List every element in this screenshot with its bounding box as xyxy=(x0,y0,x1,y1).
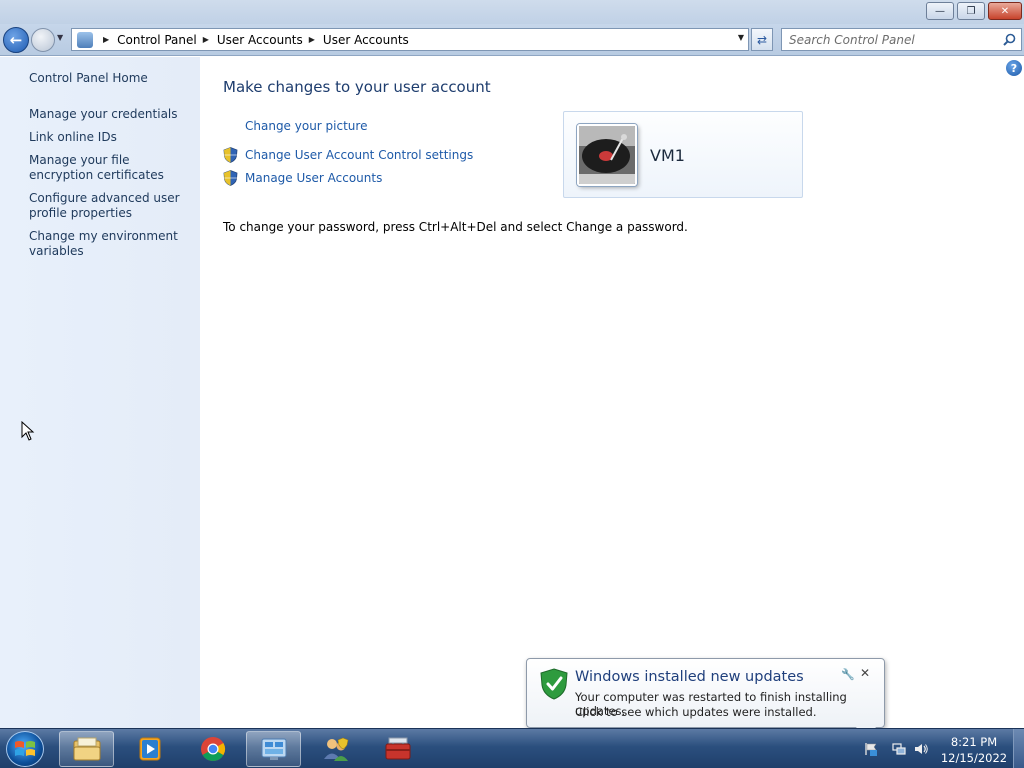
manage-user-accounts-link[interactable]: Manage User Accounts xyxy=(245,171,382,185)
refresh-button[interactable]: ⇄ xyxy=(751,28,773,51)
back-arrow-icon: ← xyxy=(9,31,23,49)
notification-title: Windows installed new updates xyxy=(575,669,804,685)
user-account-name: VM1 xyxy=(650,146,685,165)
manage-credentials-link[interactable]: Manage your credentials xyxy=(29,107,194,122)
address-bar[interactable]: ▶ Control Panel ▶ User Accounts ▶ User A… xyxy=(71,28,749,51)
taskbar-toolbox-app[interactable] xyxy=(370,731,425,767)
taskbar: 8:21 PM 12/15/2022 xyxy=(0,728,1024,768)
action-center-flag-icon[interactable] xyxy=(864,742,878,756)
taskbar-control-panel[interactable] xyxy=(246,731,301,767)
breadcrumb-control-panel[interactable]: Control Panel xyxy=(117,33,197,47)
uac-shield-icon xyxy=(223,170,238,186)
system-tray xyxy=(856,729,936,768)
taskbar-windows-explorer[interactable] xyxy=(59,731,114,767)
left-navigation-pane: Control Panel Home Manage your credentia… xyxy=(0,57,200,728)
file-encryption-certificates-link[interactable]: Manage your file encryption certificates xyxy=(29,153,194,183)
taskbar-google-chrome[interactable] xyxy=(185,731,240,767)
notification-close-button[interactable]: ✕ xyxy=(860,666,870,680)
mouse-cursor-icon xyxy=(21,421,35,441)
restore-button[interactable]: ❐ xyxy=(957,2,985,20)
main-content: Make changes to your user account Change… xyxy=(200,57,1024,728)
volume-icon[interactable] xyxy=(914,742,928,756)
refresh-icon: ⇄ xyxy=(756,32,768,47)
search-box xyxy=(781,28,1022,51)
control-panel-home-link[interactable]: Control Panel Home xyxy=(29,71,194,86)
user-picture[interactable] xyxy=(577,124,637,186)
breadcrumb-separator-icon[interactable]: ▶ xyxy=(103,35,109,44)
page-title: Make changes to your user account xyxy=(223,78,491,96)
change-uac-settings-link[interactable]: Change User Account Control settings xyxy=(245,148,473,162)
taskbar-media-player[interactable] xyxy=(122,731,177,767)
control-panel-icon xyxy=(77,31,93,48)
search-icon[interactable] xyxy=(1003,33,1016,46)
change-picture-link[interactable]: Change your picture xyxy=(245,119,367,133)
uac-shield-icon xyxy=(223,147,238,163)
security-shield-check-icon xyxy=(540,668,568,700)
minimize-button[interactable]: — xyxy=(926,2,954,20)
close-button[interactable]: ✕ xyxy=(988,2,1022,20)
search-input[interactable] xyxy=(789,32,999,47)
user-account-tile: VM1 xyxy=(563,111,803,198)
show-desktop-button[interactable] xyxy=(1013,729,1024,768)
breadcrumb-separator-icon[interactable]: ▶ xyxy=(309,35,315,44)
environment-variables-link[interactable]: Change my environment variables xyxy=(29,229,194,259)
network-icon[interactable] xyxy=(892,742,906,756)
start-button[interactable] xyxy=(6,731,44,767)
clock-date[interactable]: 12/15/2022 xyxy=(938,751,1010,765)
password-instructions: To change your password, press Ctrl+Alt+… xyxy=(223,220,688,234)
toolbox-icon xyxy=(385,737,410,760)
update-notification-balloon[interactable]: Windows installed new updates Your compu… xyxy=(526,658,885,728)
advanced-profile-properties-link[interactable]: Configure advanced user profile properti… xyxy=(29,191,194,221)
notification-options-icon[interactable]: 🔧 xyxy=(841,668,855,681)
help-icon[interactable]: ? xyxy=(1006,60,1022,76)
windows-logo-icon xyxy=(15,741,35,756)
media-player-icon xyxy=(139,737,160,761)
turntable-picture xyxy=(579,126,635,184)
link-online-ids-link[interactable]: Link online IDs xyxy=(29,130,194,145)
title-bar: — ❐ ✕ xyxy=(0,0,1024,24)
chrome-icon xyxy=(200,737,225,762)
folder-icon xyxy=(73,737,100,761)
address-dropdown-icon[interactable]: ▼ xyxy=(738,33,744,42)
control-panel-icon xyxy=(261,738,286,760)
breadcrumb-user-accounts-current[interactable]: User Accounts xyxy=(323,33,409,47)
forward-button[interactable] xyxy=(31,28,55,52)
breadcrumb-separator-icon[interactable]: ▶ xyxy=(203,35,209,44)
back-button[interactable]: ← xyxy=(3,27,29,53)
taskbar-user-accounts[interactable] xyxy=(308,731,363,767)
navigation-bar: ← ▼ ▶ Control Panel ▶ User Accounts ▶ Us… xyxy=(0,24,1024,56)
breadcrumb-user-accounts[interactable]: User Accounts xyxy=(217,33,303,47)
clock-time[interactable]: 8:21 PM xyxy=(938,735,1010,749)
recent-pages-dropdown[interactable]: ▼ xyxy=(57,33,67,47)
user-accounts-icon xyxy=(323,737,348,761)
notification-message-line2: Click to see which updates were installe… xyxy=(575,705,817,719)
